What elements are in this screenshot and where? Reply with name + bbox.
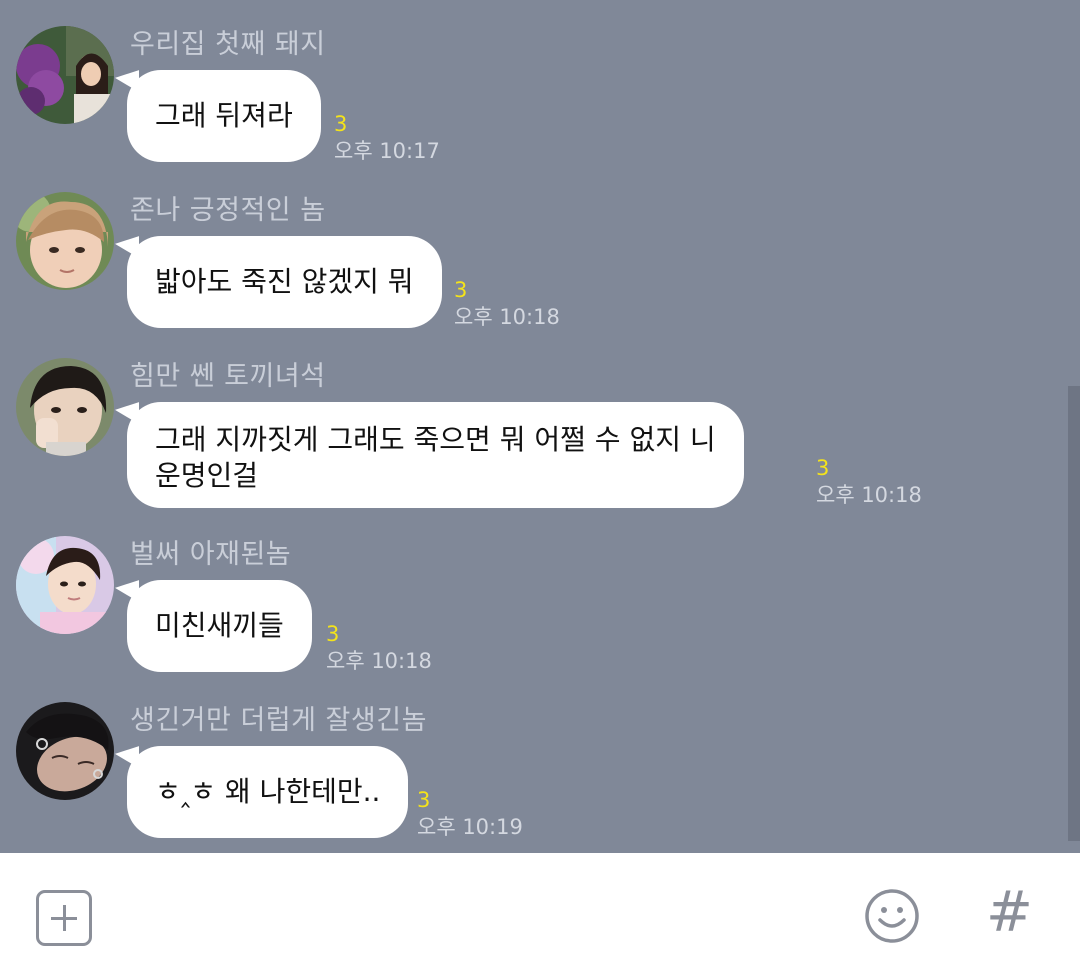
message-meta: 3 오후 10:18 (454, 278, 560, 330)
message-text: 밟아도 죽진 않겠지 뭐 (155, 265, 414, 298)
hashtag-button[interactable]: # (986, 881, 1033, 945)
message-time: 오후 10:18 (816, 483, 922, 507)
avatar[interactable] (16, 536, 114, 634)
unread-count: 3 (334, 112, 348, 136)
message-text: 미친새끼들 (155, 609, 284, 642)
chat-area[interactable]: 우리집 첫째 돼지 그래 뒤져라 3 오후 10:17 존나 긍정적인 놈 밟아… (0, 0, 1080, 853)
message-meta: 3 오후 10:19 (417, 788, 523, 840)
message-time: 오후 10:17 (334, 139, 440, 163)
plus-square-icon[interactable] (36, 890, 92, 946)
message-meta: 3 오후 10:18 (816, 456, 922, 508)
message-time: 오후 10:18 (326, 649, 432, 673)
avatar[interactable] (16, 192, 114, 290)
avatar[interactable] (16, 358, 114, 456)
input-bar: # (0, 853, 1080, 980)
message-time: 오후 10:19 (417, 815, 523, 839)
smiley-icon[interactable] (864, 888, 920, 944)
scrollbar[interactable] (1068, 386, 1080, 841)
avatar[interactable] (16, 702, 114, 800)
sender-name: 우리집 첫째 돼지 (130, 29, 326, 60)
message-bubble[interactable]: 밟아도 죽진 않겠지 뭐 (127, 236, 442, 328)
message-text: 운명인걸 (155, 459, 259, 492)
unread-count: 3 (454, 278, 468, 302)
avatar[interactable] (16, 26, 114, 124)
message-bubble[interactable]: ㅎ‸ㅎ 왜 나한테만.. (127, 746, 409, 838)
message-meta: 3 오후 10:18 (326, 622, 432, 674)
sender-name: 생긴거만 더럽게 잘생긴놈 (130, 705, 427, 736)
message-bubble[interactable]: 그래 뒤져라 (127, 70, 321, 162)
unread-count: 3 (816, 456, 830, 480)
message-bubble[interactable]: 미친새끼들 (127, 580, 312, 672)
sender-name: 벌써 아재된놈 (130, 539, 292, 570)
message-meta: 3 오후 10:17 (334, 112, 440, 164)
sender-name: 힘만 쎈 토끼녀석 (130, 361, 326, 392)
unread-count: 3 (326, 622, 340, 646)
message-time: 오후 10:18 (454, 305, 560, 329)
message-bubble[interactable]: 그래 지까짓게 그래도 죽으면 뭐 어쩔 수 없지 니 운명인걸 (127, 402, 744, 508)
message-text: 그래 뒤져라 (155, 99, 293, 132)
sender-name: 존나 긍정적인 놈 (130, 195, 326, 226)
message-text: ㅎ‸ㅎ 왜 나한테만.. (155, 775, 381, 808)
message-text: 그래 지까짓게 그래도 죽으면 뭐 어쩔 수 없지 니 (155, 423, 716, 456)
unread-count: 3 (417, 788, 431, 812)
